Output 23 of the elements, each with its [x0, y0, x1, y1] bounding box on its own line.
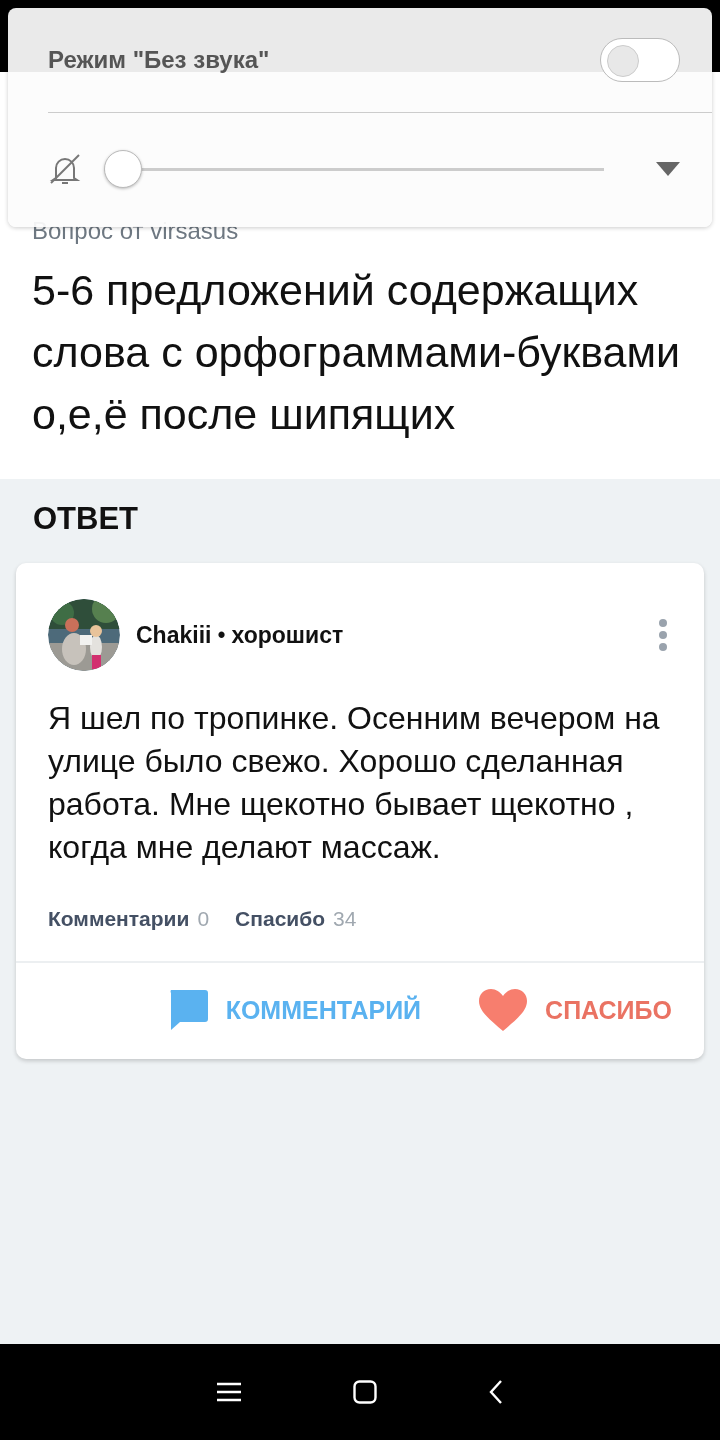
- thanks-button[interactable]: СПАСИБО: [479, 989, 672, 1031]
- author-name[interactable]: Chakiii: [136, 621, 212, 649]
- answer-text: Я шел по тропинке. Осенним вечером на улице было свежо. Хорошо сделанная работа. Мне щекотно бывает щекотно , когда мне делают массаж.: [48, 699, 661, 867]
- stat-count: 0: [197, 907, 210, 931]
- home-icon[interactable]: [353, 1380, 377, 1404]
- volume-slider[interactable]: [104, 150, 604, 188]
- answer-heading: ОТВЕТ: [33, 501, 140, 537]
- expand-icon[interactable]: [656, 162, 680, 176]
- bell-off-icon: [48, 152, 82, 186]
- silent-mode-toggle[interactable]: [600, 38, 680, 82]
- stat-label: Спасибо: [235, 907, 326, 931]
- question-text: 5-6 предложений содержащих слова с орфограммами-буквами о,е,ё после шипящих: [32, 265, 682, 440]
- more-icon[interactable]: [658, 618, 668, 652]
- stat-count: 34: [333, 907, 357, 931]
- heart-icon: [479, 989, 528, 1031]
- author-rank: хорошист: [231, 621, 344, 649]
- back-icon[interactable]: [489, 1379, 503, 1405]
- stat-label: Комментарии: [48, 907, 190, 931]
- comment-button[interactable]: КОММЕНТАРИЙ: [167, 989, 422, 1031]
- separator-dot: •: [217, 621, 226, 649]
- silent-mode-label: Режим "Без звука": [48, 46, 270, 74]
- menu-icon[interactable]: [217, 1382, 241, 1402]
- question-author: Вопрос от virsasus: [32, 217, 240, 245]
